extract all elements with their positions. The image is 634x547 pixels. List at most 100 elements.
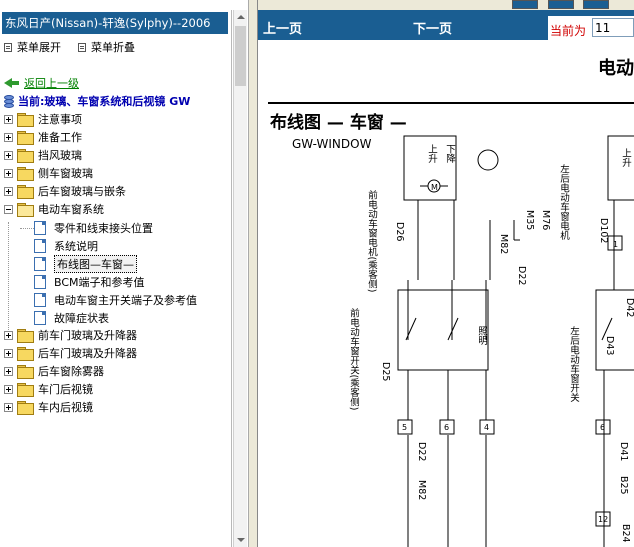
document-icon — [34, 275, 46, 289]
tree-item-label: 后车门玻璃及升降器 — [38, 347, 137, 360]
doc-item-label: 零件和线束接头位置 — [54, 222, 153, 235]
connector-d43-label: D43 — [604, 336, 615, 356]
svg-text:1: 1 — [613, 240, 618, 249]
tree-item-10[interactable]: 车内后视镜 — [4, 399, 93, 415]
doc-item-1[interactable]: 系统说明 — [34, 238, 98, 254]
scroll-thumb[interactable] — [235, 26, 246, 86]
tree-item-label: 挡风玻璃 — [38, 149, 82, 162]
expand-icon[interactable] — [4, 402, 13, 412]
app-window: 东风日产(Nissan)-轩逸(Sylphy)--2006 菜单展开 菜单折叠 … — [0, 0, 634, 547]
connector-b24-label: B24 — [620, 524, 631, 543]
svg-text:4: 4 — [484, 423, 489, 432]
folder-icon — [17, 185, 34, 199]
folder-icon — [17, 401, 34, 415]
folder-icon — [17, 131, 34, 145]
down-label: 下降 — [444, 144, 455, 163]
svg-text:6: 6 — [444, 423, 449, 432]
tree-item-8[interactable]: 后车窗除雾器 — [4, 363, 104, 379]
rear-left-motor-label: 左后电动车窗电机 — [558, 164, 569, 240]
tree-scrollbar[interactable] — [233, 10, 247, 547]
list-icon — [4, 42, 12, 52]
document-icon — [34, 311, 46, 325]
current-section: 当前:玻璃、车窗系统和后视镜 GW — [4, 94, 190, 108]
current-section-label: 当前:玻璃、车窗系统和后视镜 GW — [18, 95, 191, 108]
document-icon — [34, 221, 46, 235]
toolbar-button-3[interactable] — [583, 0, 609, 9]
front-motor-label: 前电动车窗电机(乘客侧) — [366, 190, 377, 293]
open-folder-icon — [17, 203, 34, 217]
tree-item-label: 注意事项 — [38, 113, 82, 126]
doc-item-label: BCM端子和参考值 — [54, 276, 145, 289]
folder-icon — [17, 347, 34, 361]
folder-icon — [17, 329, 34, 343]
toolbar-button-1[interactable] — [512, 0, 538, 9]
collapse-icon[interactable] — [4, 204, 13, 214]
tree-item-0[interactable]: 注意事项 — [4, 111, 82, 127]
expand-icon[interactable] — [4, 366, 13, 376]
navigation-pane: 东风日产(Nissan)-轩逸(Sylphy)--2006 菜单展开 菜单折叠 … — [0, 10, 232, 547]
current-page-label: 当前为 — [550, 24, 587, 38]
page-navigation-bar: 上一页 下一页 当前为 — [258, 10, 634, 40]
up-label: 上升 — [426, 144, 437, 163]
doc-item-2[interactable]: 布线图—车窗— — [34, 255, 137, 273]
connector-d25-label: D25 — [380, 362, 391, 382]
page-jump-box: 当前为 — [548, 16, 634, 40]
expand-icon[interactable] — [4, 384, 13, 394]
folder-icon — [17, 113, 34, 127]
rear-left-switch-label: 左后电动车窗开关 — [568, 326, 579, 402]
back-row[interactable]: 返回上一级 — [4, 76, 79, 90]
next-page-button[interactable]: 下一页 — [413, 18, 452, 37]
current-page-input[interactable] — [592, 18, 634, 37]
svg-text:5: 5 — [402, 423, 407, 432]
tree-item-3[interactable]: 侧车窗玻璃 — [4, 165, 93, 181]
expand-icon[interactable] — [4, 114, 13, 124]
toolbar-button-2[interactable] — [548, 0, 574, 9]
expand-icon[interactable] — [4, 186, 13, 196]
tree-item-2[interactable]: 挡风玻璃 — [4, 147, 82, 163]
doc-item-label: 系统说明 — [54, 240, 98, 253]
tree-item-label: 准备工作 — [38, 131, 82, 144]
previous-page-button[interactable]: 上一页 — [263, 18, 302, 37]
back-link[interactable]: 返回上一级 — [24, 75, 79, 91]
doc-item-5[interactable]: 故障症状表 — [34, 310, 109, 326]
scroll-down-arrow-icon[interactable] — [234, 533, 247, 547]
expand-icon[interactable] — [4, 168, 13, 178]
folder-icon — [17, 383, 34, 397]
tree-item-7[interactable]: 后车门玻璃及升降器 — [4, 345, 137, 361]
svg-text:M: M — [431, 183, 438, 192]
doc-item-label: 故障症状表 — [54, 312, 109, 325]
tree-item-label: 前车门玻璃及升降器 — [38, 329, 137, 342]
svg-text:6: 6 — [600, 423, 605, 432]
tree-item-1[interactable]: 准备工作 — [4, 129, 82, 145]
expand-icon[interactable] — [4, 132, 13, 142]
svg-text:12: 12 — [598, 515, 608, 524]
document-viewer: 电动 布线图 — 车窗 — GW-WINDOW M 5 6 4 6 12 1 前… — [258, 40, 634, 547]
list-icon — [78, 42, 86, 52]
doc-item-0[interactable]: 零件和线束接头位置 — [34, 220, 153, 236]
tree-item-9[interactable]: 车门后视镜 — [4, 381, 93, 397]
connector-m82-label: M82 — [498, 234, 509, 255]
expand-menu-button[interactable]: 菜单展开 — [4, 40, 61, 54]
doc-item-3[interactable]: BCM端子和参考值 — [34, 274, 145, 290]
expand-icon[interactable] — [4, 348, 13, 358]
tree-item-5[interactable]: 电动车窗系统 — [4, 201, 104, 217]
pane-splitter[interactable] — [248, 0, 258, 547]
expand-icon[interactable] — [4, 150, 13, 160]
connector-d26-label: D26 — [394, 222, 405, 242]
collapse-menu-label: 菜单折叠 — [91, 41, 135, 54]
expand-icon[interactable] — [4, 330, 13, 340]
doc-item-4[interactable]: 电动车窗主开关端子及参考值 — [34, 292, 197, 308]
scroll-up-arrow-icon[interactable] — [234, 10, 247, 24]
tree-item-6[interactable]: 前车门玻璃及升降器 — [4, 327, 137, 343]
top-toolbar-strip — [258, 0, 634, 10]
document-icon — [34, 257, 46, 271]
connector-d102-label: D102 — [598, 218, 609, 244]
wiring-diagram: M 5 6 4 6 12 1 — [397, 135, 634, 547]
tree-item-label: 车内后视镜 — [38, 401, 93, 414]
collapse-menu-button[interactable]: 菜单折叠 — [78, 40, 135, 54]
tree-connector — [8, 222, 9, 334]
connector-m35-label: M35 — [524, 210, 535, 231]
tree-item-label: 后车窗除雾器 — [38, 365, 104, 378]
expand-menu-label: 菜单展开 — [17, 41, 61, 54]
tree-item-4[interactable]: 后车窗玻璃与嵌条 — [4, 183, 126, 199]
